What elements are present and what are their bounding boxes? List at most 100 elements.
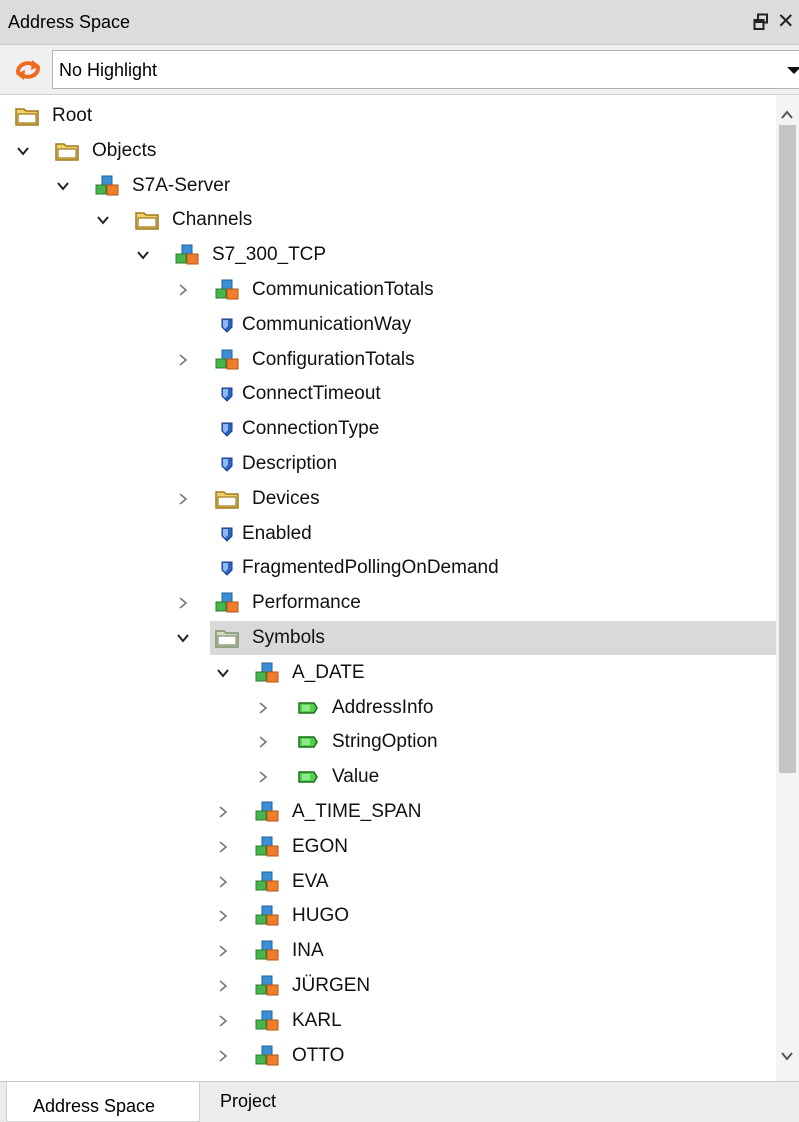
close-icon: ✕	[777, 10, 795, 33]
tree-node[interactable]: ConnectTimeout	[0, 376, 776, 410]
tree-node[interactable]: Performance	[0, 585, 776, 619]
tree-node-label: FragmentedPollingOnDemand	[242, 557, 499, 579]
variable-icon	[294, 765, 320, 789]
close-panel-button[interactable]: ✕	[777, 10, 799, 34]
tree-node-label: JÜRGEN	[292, 975, 371, 996]
tree-node-label: KARL	[292, 1009, 342, 1031]
chevron-down-icon[interactable]	[56, 179, 70, 193]
tree-node[interactable]: Root	[0, 98, 776, 132]
tree-node[interactable]: AddressInfo	[0, 690, 776, 724]
dropdown-arrow-icon[interactable]	[786, 62, 799, 78]
tree-node-label: EGON	[292, 835, 348, 857]
chevron-down-icon[interactable]	[136, 248, 150, 262]
tree-node-label: AddressInfo	[332, 696, 434, 718]
chevron-down-icon[interactable]	[96, 213, 110, 227]
tree-node[interactable]: EGON	[0, 829, 776, 863]
tree-node[interactable]: KARL	[0, 1003, 776, 1037]
tree-node[interactable]: FragmentedPollingOnDemand	[0, 550, 776, 584]
tree-node-label: ConnectTimeout	[242, 383, 381, 405]
tree-node-label: Devices	[252, 487, 320, 509]
tree-node[interactable]: Channels	[0, 202, 776, 236]
tree-node[interactable]: S7_300_TCP	[0, 237, 776, 271]
tab-address-space[interactable]: Address Space	[6, 1082, 200, 1122]
chevron-right-icon[interactable]	[216, 805, 230, 819]
chevron-down-icon[interactable]	[16, 144, 30, 158]
chevron-down-icon[interactable]	[216, 666, 230, 680]
chevron-right-icon[interactable]	[216, 1014, 230, 1028]
tab-project[interactable]: Project	[200, 1082, 310, 1122]
tree-node-label: Symbols	[252, 627, 325, 648]
tree-node-label: HUGO	[292, 905, 349, 927]
tree-node-label: Description	[242, 453, 338, 474]
chevron-right-icon[interactable]	[216, 944, 230, 958]
object-node-icon	[254, 974, 280, 998]
object-node-icon	[94, 174, 120, 198]
float-window-icon	[753, 13, 768, 30]
property-icon	[216, 452, 242, 476]
tree-node-label: Objects	[92, 139, 157, 161]
tree-node[interactable]: A_TIME_SPAN	[0, 794, 776, 828]
chevron-right-icon[interactable]	[176, 353, 190, 367]
object-node-icon	[254, 904, 280, 928]
tree-node[interactable]: ConfigurationTotals	[0, 342, 776, 376]
tree-node[interactable]: EVA	[0, 864, 776, 898]
tree-node[interactable]: OTTO	[0, 1038, 776, 1072]
chevron-right-icon[interactable]	[216, 875, 230, 889]
tree-node[interactable]: Symbols	[0, 620, 776, 655]
tree-node-label: ConnectionType	[242, 418, 380, 440]
tree-node[interactable]: Enabled	[0, 516, 776, 550]
tab-label: Project	[220, 1091, 277, 1111]
panel-title: Address Space	[8, 12, 131, 32]
tree-node[interactable]: Value	[0, 759, 776, 793]
tree-node[interactable]: StringOption	[0, 724, 776, 758]
chevron-right-icon[interactable]	[216, 840, 230, 854]
property-icon	[216, 556, 242, 580]
panel-titlebar: Address Space ✕	[0, 0, 799, 45]
chevron-right-icon[interactable]	[216, 979, 230, 993]
folder-icon	[54, 139, 80, 163]
tree-node-label: INA	[292, 940, 324, 962]
tree-node[interactable]: CommunicationTotals	[0, 272, 776, 306]
highlight-toolbar: No Highlight	[0, 45, 799, 95]
tree-node[interactable]: Description	[0, 446, 776, 480]
folder-icon	[14, 104, 40, 128]
tree-node[interactable]: Devices	[0, 481, 776, 515]
chevron-right-icon[interactable]	[176, 596, 190, 610]
refresh-button[interactable]	[14, 59, 42, 81]
property-icon	[216, 382, 242, 406]
tree-node-label: Enabled	[242, 522, 312, 544]
highlight-selected-value: No Highlight	[59, 60, 158, 80]
tree-node[interactable]: A_DATE	[0, 655, 776, 689]
chevron-down-icon[interactable]	[176, 631, 190, 645]
float-window-button[interactable]	[753, 13, 769, 31]
tree-node[interactable]: CommunicationWay	[0, 307, 776, 341]
scroll-down-icon[interactable]	[779, 1048, 795, 1064]
object-node-icon	[214, 278, 240, 302]
scroll-up-icon[interactable]	[779, 107, 795, 123]
object-node-icon	[254, 661, 280, 685]
property-icon	[216, 313, 242, 337]
tree-node-label: A_DATE	[292, 661, 365, 683]
object-node-icon	[254, 835, 280, 859]
tree-node[interactable]: S7A-Server	[0, 168, 776, 202]
tree-node[interactable]: HUGO	[0, 898, 776, 932]
address-space-tree[interactable]: Root Objects S7A-Server Channels S7_300_TCP C…	[0, 95, 799, 1081]
tree-node[interactable]: JÜRGEN	[0, 968, 776, 1002]
chevron-right-icon[interactable]	[256, 701, 270, 715]
tree-node-label: StringOption	[332, 731, 438, 753]
chevron-right-icon[interactable]	[176, 492, 190, 506]
chevron-right-icon[interactable]	[256, 735, 270, 749]
tree-node[interactable]: Objects	[0, 133, 776, 167]
chevron-right-icon[interactable]	[216, 1049, 230, 1063]
chevron-right-icon[interactable]	[216, 909, 230, 923]
tree-node[interactable]: INA	[0, 933, 776, 967]
vertical-scrollbar[interactable]	[776, 95, 799, 1081]
object-node-icon	[254, 870, 280, 894]
property-icon	[216, 522, 242, 546]
tree-node-label: Root	[52, 105, 93, 126]
chevron-right-icon[interactable]	[176, 283, 190, 297]
highlight-dropdown[interactable]: No Highlight	[52, 50, 799, 89]
scrollbar-thumb[interactable]	[779, 125, 796, 773]
tree-node[interactable]: ConnectionType	[0, 411, 776, 445]
chevron-right-icon[interactable]	[256, 770, 270, 784]
